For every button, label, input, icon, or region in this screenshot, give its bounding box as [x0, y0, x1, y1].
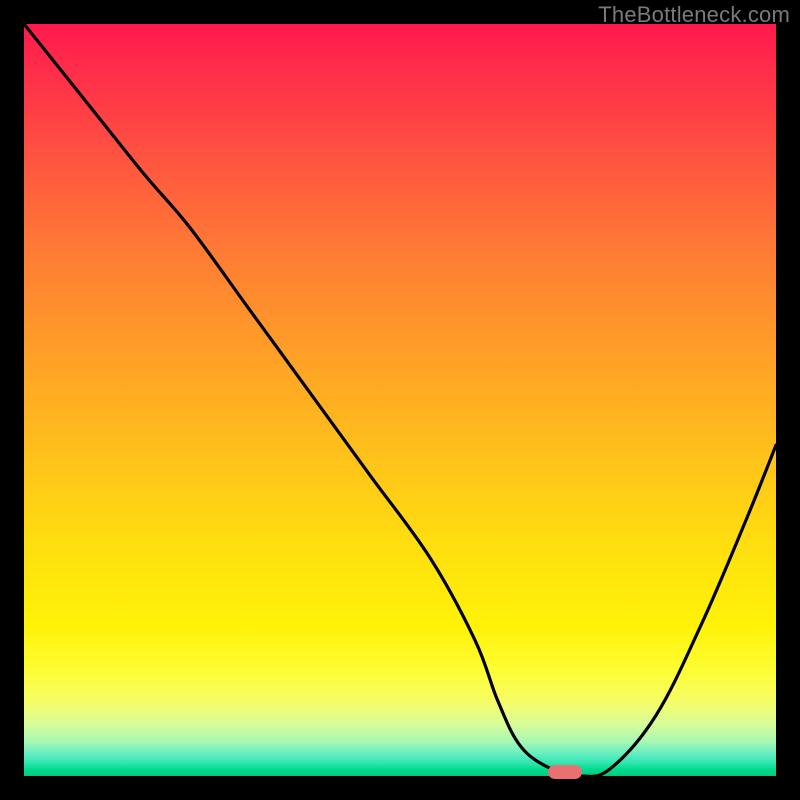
bottleneck-curve: [24, 24, 776, 776]
curve-svg: [24, 24, 776, 776]
optimal-marker: [548, 765, 582, 779]
chart-frame: [24, 24, 776, 776]
watermark: TheBottleneck.com: [598, 2, 790, 28]
plot-area: [24, 24, 776, 776]
